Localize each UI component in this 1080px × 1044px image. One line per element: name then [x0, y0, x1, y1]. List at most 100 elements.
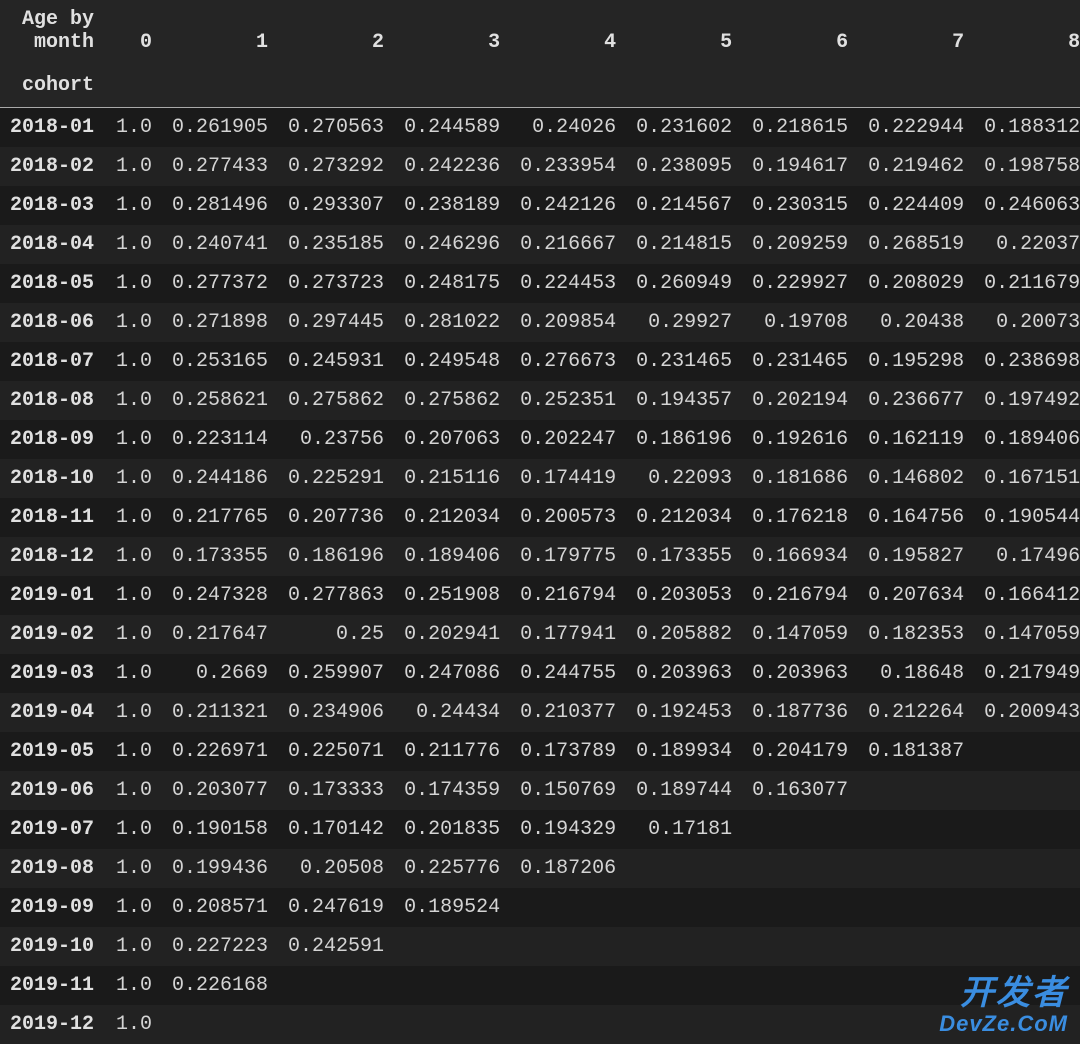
data-cell: 0.234906: [278, 693, 394, 732]
data-cell: 0.293307: [278, 186, 394, 225]
data-cell: 0.238189: [394, 186, 510, 225]
data-cell: 1.0: [106, 693, 162, 732]
data-cell: 0.211679: [974, 264, 1080, 303]
row-label: 2019-07: [0, 810, 106, 849]
col-header-2: 2: [278, 0, 394, 62]
data-cell: 0.166412: [974, 576, 1080, 615]
data-cell: 0.247086: [394, 654, 510, 693]
data-cell: 0.203077: [162, 771, 278, 810]
data-cell: 0.199436: [162, 849, 278, 888]
data-cell: 0.281022: [394, 303, 510, 342]
data-cell: 0.216667: [510, 225, 626, 264]
data-cell: 0.198758: [974, 147, 1080, 186]
data-cell: 0.223114: [162, 420, 278, 459]
data-cell: 0.203053: [626, 576, 742, 615]
data-cell: 0.163077: [742, 771, 858, 810]
data-cell: 0.227223: [162, 927, 278, 966]
data-cell: 0.211776: [394, 732, 510, 771]
data-cell: [974, 966, 1080, 1005]
data-cell: [974, 810, 1080, 849]
data-cell: [394, 1005, 510, 1044]
table-row: 2019-051.00.2269710.2250710.2117760.1737…: [0, 732, 1080, 771]
row-label: 2019-08: [0, 849, 106, 888]
table-row: 2019-121.0: [0, 1005, 1080, 1044]
data-cell: 0.231465: [742, 342, 858, 381]
data-cell: [626, 966, 742, 1005]
data-cell: 0.179775: [510, 537, 626, 576]
data-cell: 1.0: [106, 615, 162, 654]
data-cell: 0.22093: [626, 459, 742, 498]
data-cell: 0.150769: [510, 771, 626, 810]
data-cell: 1.0: [106, 732, 162, 771]
data-cell: 0.207736: [278, 498, 394, 537]
data-cell: 0.236677: [858, 381, 974, 420]
data-cell: 0.275862: [278, 381, 394, 420]
data-cell: 0.253165: [162, 342, 278, 381]
table-row: 2019-061.00.2030770.1733330.1743590.1507…: [0, 771, 1080, 810]
data-cell: 0.200943: [974, 693, 1080, 732]
data-cell: 0.192616: [742, 420, 858, 459]
data-cell: 0.194329: [510, 810, 626, 849]
data-cell: 0.248175: [394, 264, 510, 303]
data-cell: [858, 771, 974, 810]
data-cell: 0.20438: [858, 303, 974, 342]
data-cell: [394, 966, 510, 1005]
data-cell: 0.181686: [742, 459, 858, 498]
data-cell: 0.277372: [162, 264, 278, 303]
data-cell: 0.214815: [626, 225, 742, 264]
data-cell: 1.0: [106, 459, 162, 498]
data-cell: [278, 1005, 394, 1044]
data-cell: 0.242236: [394, 147, 510, 186]
data-cell: 0.240741: [162, 225, 278, 264]
data-cell: 0.238095: [626, 147, 742, 186]
table-row: 2018-111.00.2177650.2077360.2120340.2005…: [0, 498, 1080, 537]
data-cell: 0.219462: [858, 147, 974, 186]
data-cell: 0.212034: [626, 498, 742, 537]
data-cell: 0.224409: [858, 186, 974, 225]
data-cell: [974, 927, 1080, 966]
row-label: 2018-09: [0, 420, 106, 459]
data-cell: [974, 771, 1080, 810]
table-row: 2018-011.00.2619050.2705630.2445890.2402…: [0, 108, 1080, 148]
table-row: 2019-081.00.1994360.205080.2257760.18720…: [0, 849, 1080, 888]
table-row: 2019-011.00.2473280.2778630.2519080.2167…: [0, 576, 1080, 615]
data-cell: 0.194357: [626, 381, 742, 420]
data-cell: 0.260949: [626, 264, 742, 303]
data-cell: 0.173789: [510, 732, 626, 771]
data-cell: 0.17496: [974, 537, 1080, 576]
data-cell: 0.189524: [394, 888, 510, 927]
data-cell: 0.214567: [626, 186, 742, 225]
data-cell: 0.246063: [974, 186, 1080, 225]
data-cell: [858, 966, 974, 1005]
data-cell: 0.207634: [858, 576, 974, 615]
row-label: 2018-12: [0, 537, 106, 576]
data-cell: [858, 849, 974, 888]
data-cell: 0.211321: [162, 693, 278, 732]
data-cell: 0.19708: [742, 303, 858, 342]
data-cell: 0.22037: [974, 225, 1080, 264]
col-header-7: 7: [858, 0, 974, 62]
row-label: 2019-12: [0, 1005, 106, 1044]
data-cell: 0.244755: [510, 654, 626, 693]
row-label: 2018-07: [0, 342, 106, 381]
data-cell: 0.224453: [510, 264, 626, 303]
data-cell: 1.0: [106, 342, 162, 381]
data-cell: [278, 966, 394, 1005]
col-header-0: 0: [106, 0, 162, 62]
data-cell: [858, 927, 974, 966]
data-cell: [858, 888, 974, 927]
data-cell: 0.210377: [510, 693, 626, 732]
data-cell: [510, 927, 626, 966]
data-cell: 0.238698: [974, 342, 1080, 381]
data-cell: 0.200573: [510, 498, 626, 537]
row-label: 2019-11: [0, 966, 106, 1005]
data-cell: 0.174359: [394, 771, 510, 810]
data-cell: 1.0: [106, 654, 162, 693]
data-cell: [626, 1005, 742, 1044]
data-cell: 0.245931: [278, 342, 394, 381]
data-cell: 0.281496: [162, 186, 278, 225]
table-row: 2019-091.00.2085710.2476190.189524: [0, 888, 1080, 927]
data-cell: 0.195298: [858, 342, 974, 381]
data-cell: 0.270563: [278, 108, 394, 148]
data-cell: [742, 810, 858, 849]
